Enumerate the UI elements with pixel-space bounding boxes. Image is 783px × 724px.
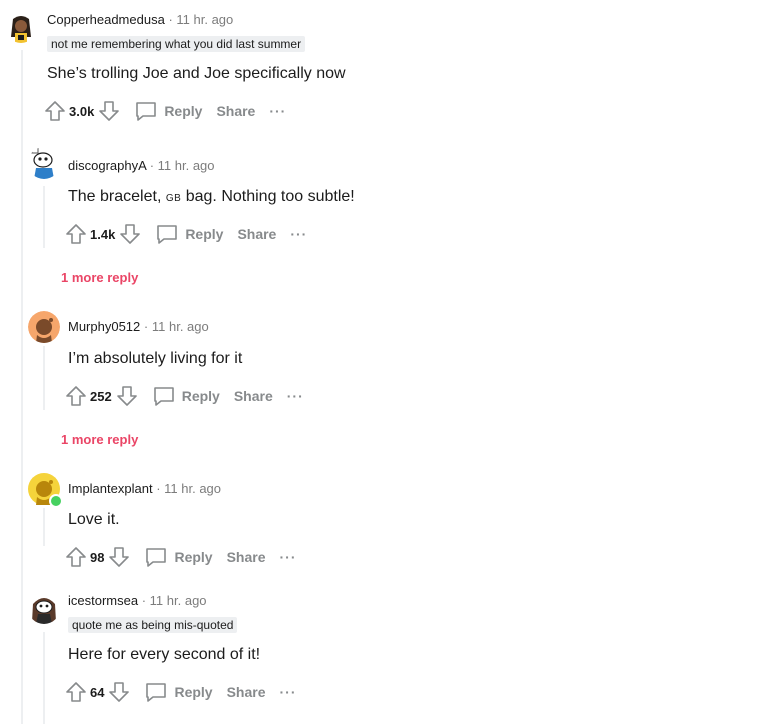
upvote-icon[interactable]: [65, 681, 87, 703]
vote-score: 98: [90, 549, 105, 565]
comment-body: I’m absolutely living for it: [68, 350, 243, 367]
body-text-part: The bracelet,: [68, 188, 166, 205]
snoo-avatar-icon: [28, 592, 60, 624]
downvote-icon[interactable]: [116, 385, 138, 407]
comment-body: The bracelet, GB bag. Nothing too subtle…: [68, 188, 355, 206]
comment-meta: Murphy0512 · 11 hr. ago: [68, 319, 209, 334]
more-replies-link[interactable]: 1 more reply: [61, 270, 138, 285]
share-button[interactable]: Share: [227, 684, 266, 700]
reply-button[interactable]: Reply: [144, 681, 213, 703]
share-button[interactable]: Share: [227, 549, 266, 565]
comment-meta: Implantexplant · 11 hr. ago: [68, 481, 221, 496]
comment-bubble-icon: [146, 548, 167, 567]
user-flair: not me remembering what you did last sum…: [47, 36, 306, 52]
comment-bubble-icon: [136, 102, 157, 121]
more-options-icon[interactable]: ···: [280, 549, 297, 565]
online-status-icon: [49, 494, 63, 508]
timestamp[interactable]: 11 hr. ago: [150, 593, 207, 608]
reply-button[interactable]: Reply: [155, 223, 223, 245]
separator-dot: ·: [156, 481, 161, 496]
reply-label: Reply: [174, 684, 213, 700]
comment-meta: Copperheadmedusa · 11 hr. ago: [47, 12, 233, 27]
vote-score: 1.4k: [90, 226, 116, 242]
reply-label: Reply: [174, 549, 213, 565]
more-options-icon[interactable]: ···: [280, 684, 297, 700]
separator-dot: ·: [149, 158, 155, 173]
avatar[interactable]: [5, 11, 37, 43]
username[interactable]: Implantexplant: [68, 481, 153, 496]
comment-actions: 64 Reply Share ···: [65, 680, 297, 704]
comment-body: She’s trolling Joe and Joe specifically …: [47, 65, 346, 82]
user-flair: quote me as being mis-quoted: [68, 617, 238, 633]
vote-score: 64: [90, 684, 105, 700]
thread-line-murphy[interactable]: [43, 346, 45, 410]
more-options-icon[interactable]: ···: [287, 388, 304, 404]
username[interactable]: icestormsea: [68, 593, 138, 608]
comment-meta: icestormsea · 11 hr. ago: [68, 593, 207, 608]
downvote-icon[interactable]: [108, 681, 130, 703]
upvote-icon[interactable]: [65, 223, 87, 245]
upvote-icon[interactable]: [65, 546, 87, 568]
user-avatar-icon: [5, 11, 37, 43]
thread-line-root[interactable]: [21, 50, 23, 724]
timestamp[interactable]: 11 hr. ago: [158, 158, 215, 173]
more-replies-link[interactable]: 1 more reply: [61, 432, 138, 447]
comment-bubble-icon: [157, 225, 178, 244]
comment-bubble-icon: [146, 683, 167, 702]
separator-dot: ·: [141, 593, 147, 608]
upvote-icon[interactable]: [65, 385, 87, 407]
timestamp[interactable]: 11 hr. ago: [176, 12, 233, 27]
reply-label: Reply: [164, 103, 203, 119]
comment-meta: discographyA · 11 hr. ago: [68, 158, 215, 173]
reply-button[interactable]: Reply: [152, 385, 220, 407]
avatar[interactable]: [28, 311, 60, 343]
reply-label: Reply: [181, 388, 220, 404]
comment-body: Love it.: [68, 511, 120, 528]
username[interactable]: discographyA: [68, 158, 146, 173]
more-options-icon[interactable]: ···: [269, 103, 286, 119]
share-button[interactable]: Share: [237, 226, 276, 242]
username[interactable]: Murphy0512: [68, 319, 140, 334]
avatar[interactable]: [28, 473, 63, 508]
thread-line-discography[interactable]: [43, 186, 45, 248]
reply-label: Reply: [185, 226, 224, 242]
timestamp[interactable]: 11 hr. ago: [152, 319, 209, 334]
separator-dot: ·: [143, 319, 149, 334]
thread-line-implant[interactable]: [43, 508, 45, 546]
timestamp[interactable]: 11 hr. ago: [164, 481, 221, 496]
reply-button[interactable]: Reply: [144, 546, 213, 568]
snoo-avatar-icon: [28, 147, 60, 179]
comment-actions: 252 Reply Share ···: [65, 384, 304, 408]
snoo-avatar-icon: [28, 311, 60, 343]
downvote-icon[interactable]: [108, 546, 130, 568]
username[interactable]: Copperheadmedusa: [47, 12, 165, 27]
reply-button[interactable]: Reply: [134, 100, 202, 122]
downvote-icon[interactable]: [119, 223, 141, 245]
share-button[interactable]: Share: [234, 388, 273, 404]
comment-actions: 1.4k Reply Share ···: [65, 222, 307, 246]
more-options-icon[interactable]: ···: [290, 226, 307, 242]
comment-bubble-icon: [153, 387, 174, 406]
comment-actions: 3.0k Reply Share ···: [44, 99, 286, 123]
avatar[interactable]: [28, 592, 60, 624]
share-button[interactable]: Share: [216, 103, 255, 119]
vote-score: 252: [90, 388, 112, 404]
comment-body: Here for every second of it!: [68, 646, 261, 663]
body-text-part: bag. Nothing too subtle!: [181, 188, 355, 205]
downvote-icon[interactable]: [98, 100, 120, 122]
upvote-icon[interactable]: [44, 100, 66, 122]
body-small-caps: GB: [165, 193, 182, 204]
avatar[interactable]: [28, 147, 60, 179]
separator-dot: ·: [168, 12, 173, 27]
thread-line-icestorm[interactable]: [43, 632, 45, 724]
vote-score: 3.0k: [69, 103, 95, 119]
comment-actions: 98 Reply Share ···: [65, 545, 297, 569]
